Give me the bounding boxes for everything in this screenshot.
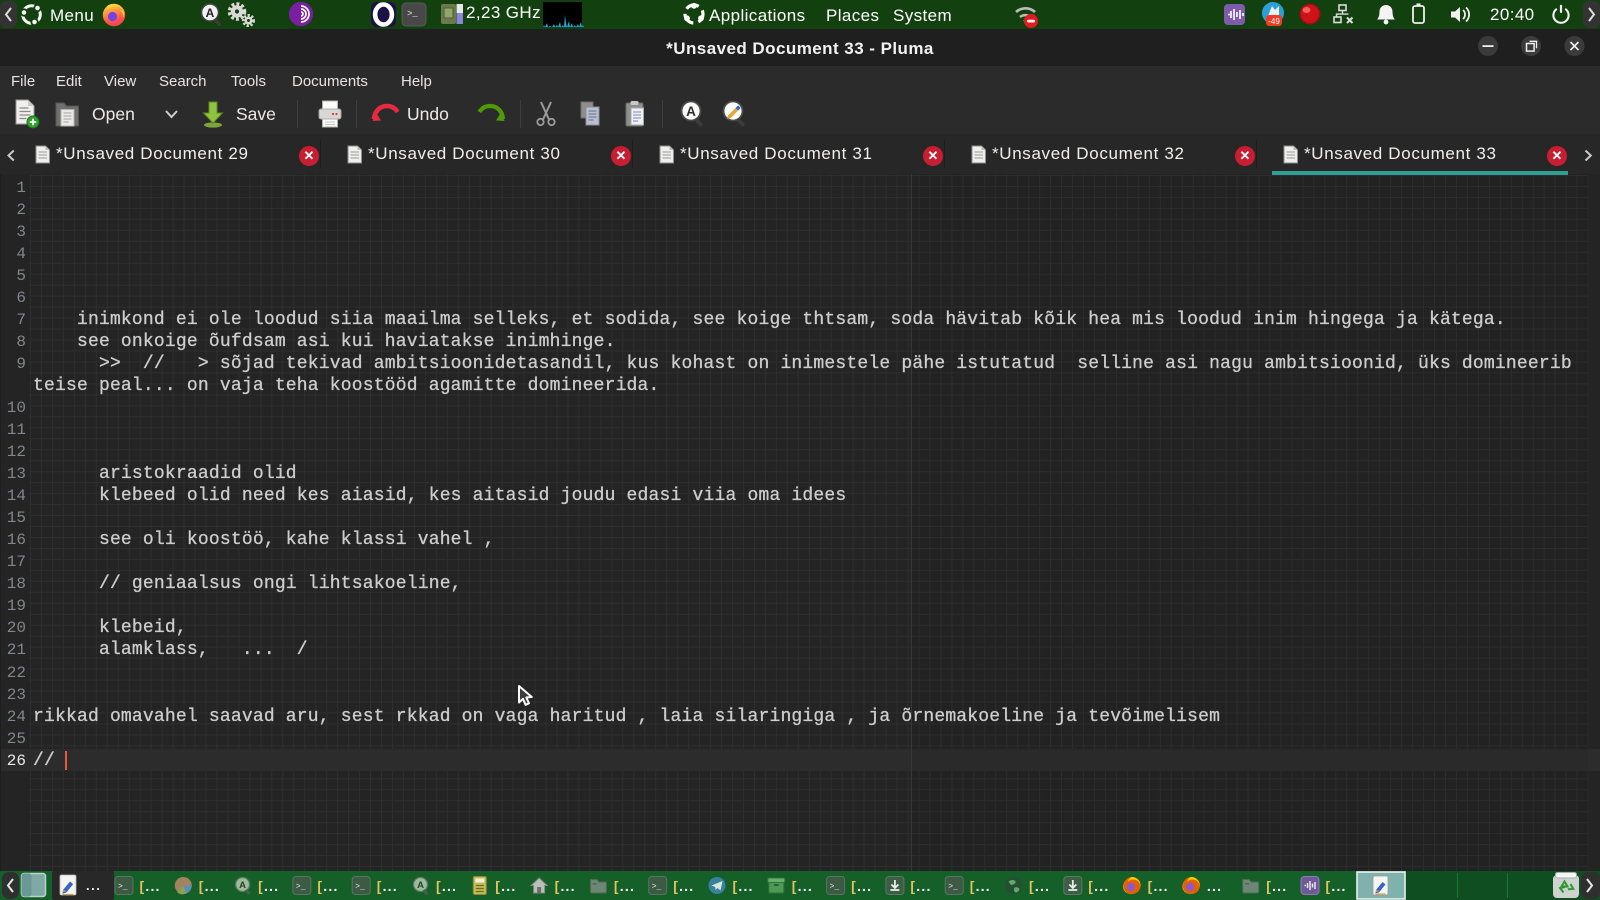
- svg-text:[...: [...: [1326, 878, 1347, 894]
- svg-text:[...: [...: [199, 878, 220, 894]
- svg-text:[...: [...: [910, 878, 931, 894]
- svg-text:A: A: [206, 6, 215, 20]
- svg-text:[...: [...: [792, 878, 813, 894]
- svg-text:[...: [...: [317, 878, 338, 894]
- svg-text:A: A: [686, 104, 696, 119]
- svg-text:[...: [...: [614, 878, 635, 894]
- svg-text:[...: [...: [258, 878, 279, 894]
- svg-text:[...: [...: [1088, 878, 1109, 894]
- svg-text:[...: [...: [1148, 878, 1169, 894]
- svg-text:[...: [...: [140, 878, 161, 894]
- svg-text:[...: [...: [555, 878, 576, 894]
- svg-text:-49: -49: [1268, 17, 1280, 26]
- svg-text:[...: [...: [733, 878, 754, 894]
- svg-text:[...: [...: [377, 878, 398, 894]
- svg-text:>_: >_: [407, 9, 418, 19]
- svg-text:[...: [...: [851, 878, 872, 894]
- svg-text:[...: [...: [1266, 878, 1287, 894]
- svg-text:[...: [...: [495, 878, 516, 894]
- svg-text:...: ...: [1207, 878, 1222, 894]
- svg-text:[...: [...: [970, 878, 991, 894]
- svg-text:[...: [...: [673, 878, 694, 894]
- svg-text:[...: [...: [1029, 878, 1050, 894]
- svg-text:[...: [...: [436, 878, 457, 894]
- svg-text:...: ...: [86, 878, 101, 893]
